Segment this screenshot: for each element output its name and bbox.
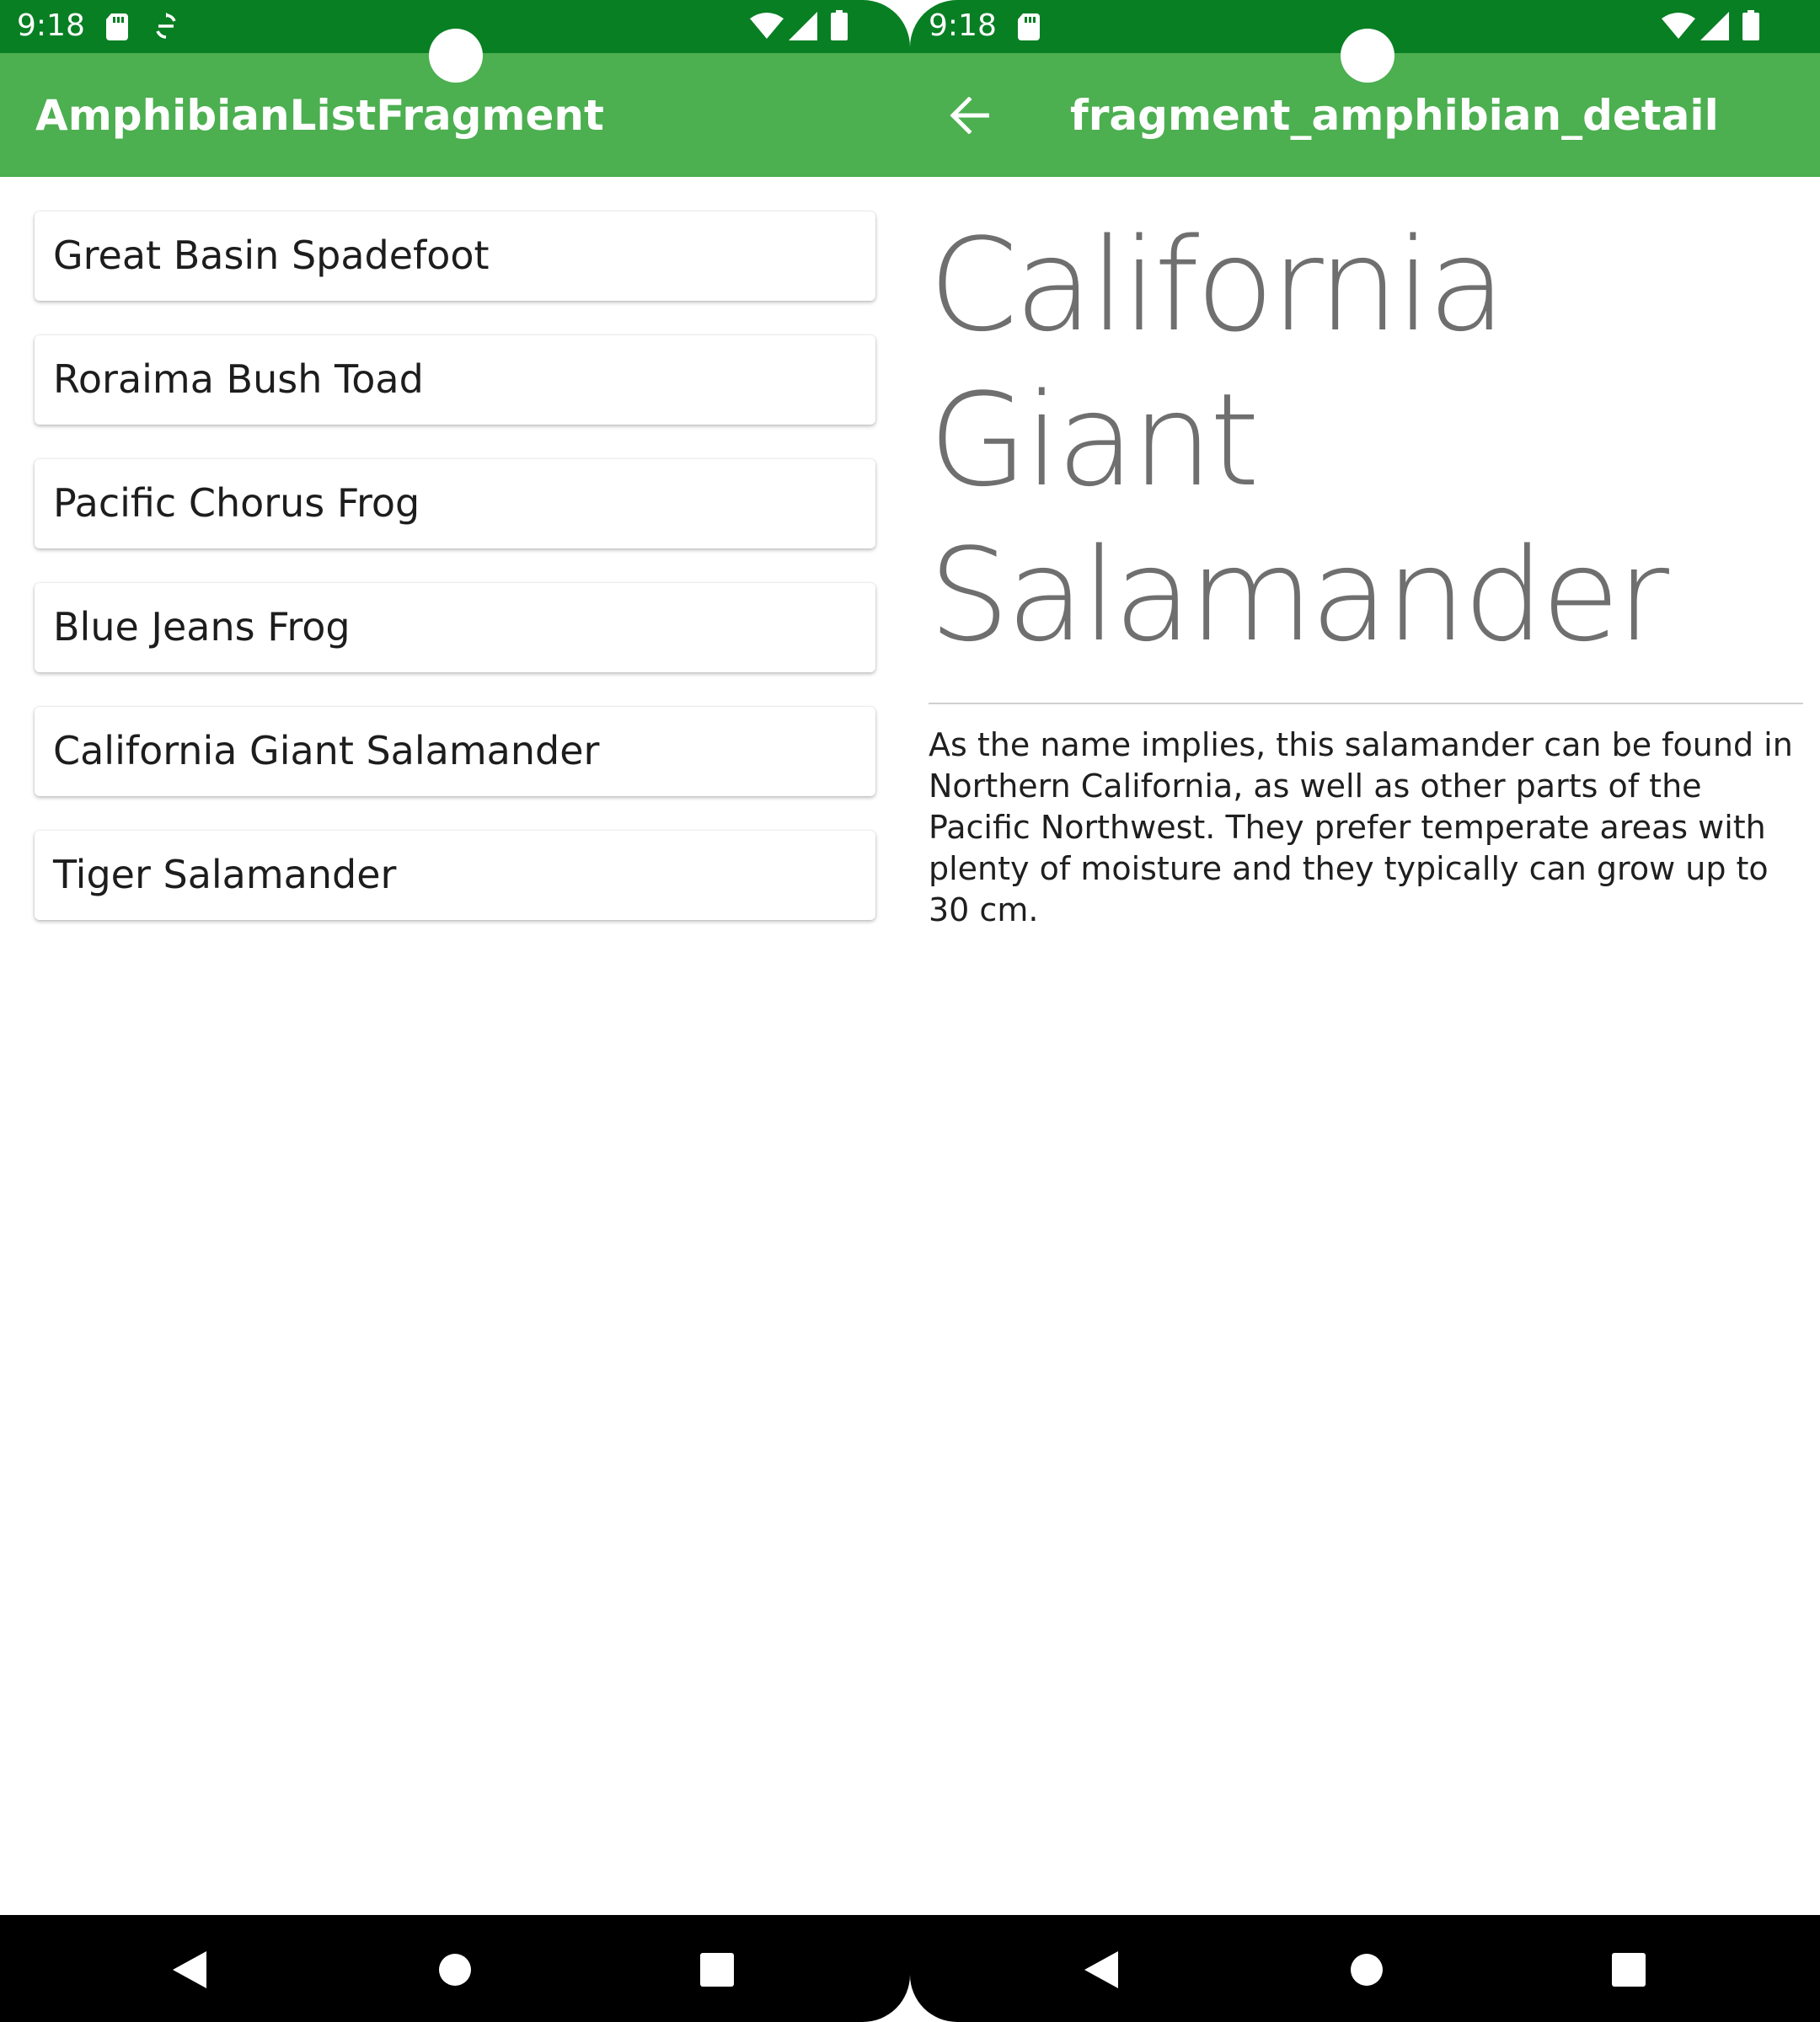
- nav-recents-button[interactable]: [1599, 1940, 1658, 1999]
- list-item-label: Blue Jeans Frog: [53, 604, 351, 650]
- nav-home-button[interactable]: [1337, 1940, 1396, 1999]
- camera-cutout: [1341, 29, 1394, 83]
- amphibian-list: Great Basin Spadefoot Roraima Bush Toad …: [35, 211, 875, 955]
- sd-card-icon: [106, 13, 128, 40]
- screenshot-stage: 9:18 AmphibianListFragment Great Basin S…: [0, 0, 1820, 2022]
- navigate-up-button[interactable]: [932, 78, 1006, 152]
- status-time: 9:18: [17, 8, 85, 43]
- amphibian-name: California Giant Salamander: [929, 211, 1669, 670]
- back-icon: [173, 1951, 206, 1988]
- sd-card-icon: [1018, 13, 1040, 40]
- app-bar-title: AmphibianListFragment: [35, 91, 604, 140]
- status-time: 9:18: [929, 8, 997, 43]
- list-item-label: Roraima Bush Toad: [53, 356, 424, 402]
- wifi-icon: [1662, 13, 1695, 39]
- home-icon: [439, 1954, 471, 1986]
- arrow-back-icon: [950, 97, 989, 134]
- list-item-pacific-chorus-frog[interactable]: Pacific Chorus Frog: [35, 459, 875, 548]
- home-icon: [1351, 1954, 1383, 1986]
- nav-back-button[interactable]: [160, 1940, 219, 1999]
- back-icon: [1084, 1951, 1118, 1988]
- sync-icon: [156, 13, 176, 39]
- nav-recents-button[interactable]: [688, 1940, 747, 1999]
- list-item-california-giant-salamander[interactable]: California Giant Salamander: [35, 707, 875, 796]
- nav-back-button[interactable]: [1072, 1940, 1131, 1999]
- signal-icon: [789, 12, 817, 40]
- battery-icon: [1742, 10, 1759, 40]
- amphibian-description: As the name implies, this salamander can…: [929, 726, 1793, 928]
- list-screen: 9:18 AmphibianListFragment Great Basin S…: [0, 0, 910, 2022]
- list-item-blue-jeans-frog[interactable]: Blue Jeans Frog: [35, 583, 875, 672]
- recents-icon: [1612, 1953, 1646, 1987]
- divider: [929, 703, 1803, 704]
- system-nav-bar: [0, 1915, 910, 2022]
- wifi-icon: [750, 13, 784, 39]
- app-bar-title: fragment_amphibian_detail: [1070, 91, 1719, 140]
- list-item-great-basin-spadefoot[interactable]: Great Basin Spadefoot: [35, 211, 875, 301]
- detail-screen: 9:18 fragment_amphibian_detail Californi…: [910, 0, 1820, 2022]
- signal-icon: [1700, 12, 1729, 40]
- camera-cutout: [429, 29, 483, 83]
- list-item-label: California Giant Salamander: [53, 728, 600, 773]
- nav-home-button[interactable]: [426, 1940, 484, 1999]
- list-item-label: Pacific Chorus Frog: [53, 480, 420, 526]
- system-nav-bar: [910, 1915, 1820, 2022]
- list-item-roraima-bush-toad[interactable]: Roraima Bush Toad: [35, 335, 875, 425]
- list-item-label: Tiger Salamander: [53, 852, 397, 897]
- recents-icon: [700, 1953, 734, 1987]
- battery-icon: [831, 10, 848, 40]
- list-item-label: Great Basin Spadefoot: [53, 233, 490, 278]
- list-item-tiger-salamander[interactable]: Tiger Salamander: [35, 831, 875, 920]
